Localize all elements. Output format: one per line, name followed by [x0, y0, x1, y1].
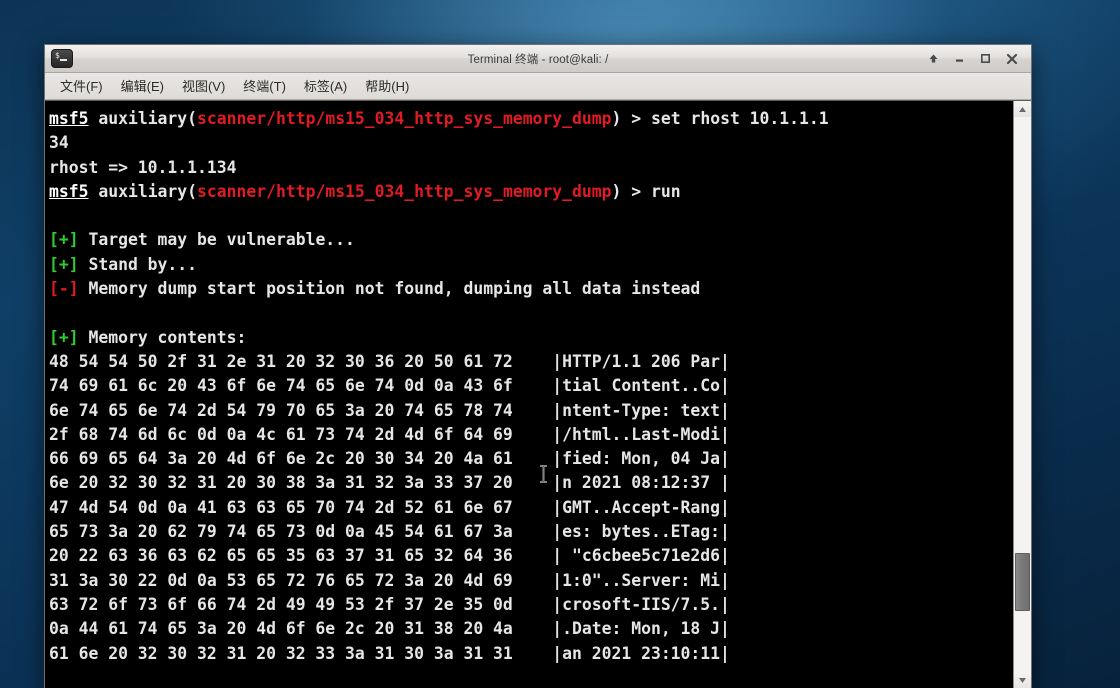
scroll-up-button[interactable] — [1014, 101, 1031, 117]
menu-tabs[interactable]: 标签(A) — [295, 73, 356, 99]
close-button[interactable] — [999, 46, 1024, 72]
scroll-down-button[interactable] — [1014, 672, 1031, 688]
window-controls — [921, 45, 1031, 72]
maximize-button[interactable] — [973, 46, 998, 72]
scrollbar-track[interactable] — [1014, 117, 1031, 672]
menu-help[interactable]: 帮助(H) — [356, 73, 418, 99]
console-output: msf5 auxiliary(scanner/http/ms15_034_htt… — [49, 109, 829, 663]
terminal-area: msf5 auxiliary(scanner/http/ms15_034_htt… — [45, 100, 1031, 688]
terminal-screen[interactable]: msf5 auxiliary(scanner/http/ms15_034_htt… — [45, 101, 1013, 688]
terminal-icon — [51, 49, 73, 68]
window-title: Terminal 终端 - root@kali: / — [467, 53, 609, 66]
minimize-button[interactable] — [947, 46, 972, 72]
menu-file[interactable]: 文件(F) — [51, 73, 112, 99]
terminal-window: Terminal 终端 - root@kali: / 文件(F) 编辑(E) 视… — [44, 44, 1032, 688]
window-titlebar[interactable]: Terminal 终端 - root@kali: / — [45, 45, 1031, 73]
menu-terminal[interactable]: 终端(T) — [234, 73, 295, 99]
menu-bar: 文件(F) 编辑(E) 视图(V) 终端(T) 标签(A) 帮助(H) — [45, 73, 1031, 100]
terminal-scrollbar[interactable] — [1013, 101, 1031, 688]
scrollbar-thumb[interactable] — [1015, 552, 1030, 611]
menu-edit[interactable]: 编辑(E) — [112, 73, 173, 99]
shade-button[interactable] — [921, 46, 946, 72]
menu-view[interactable]: 视图(V) — [173, 73, 234, 99]
